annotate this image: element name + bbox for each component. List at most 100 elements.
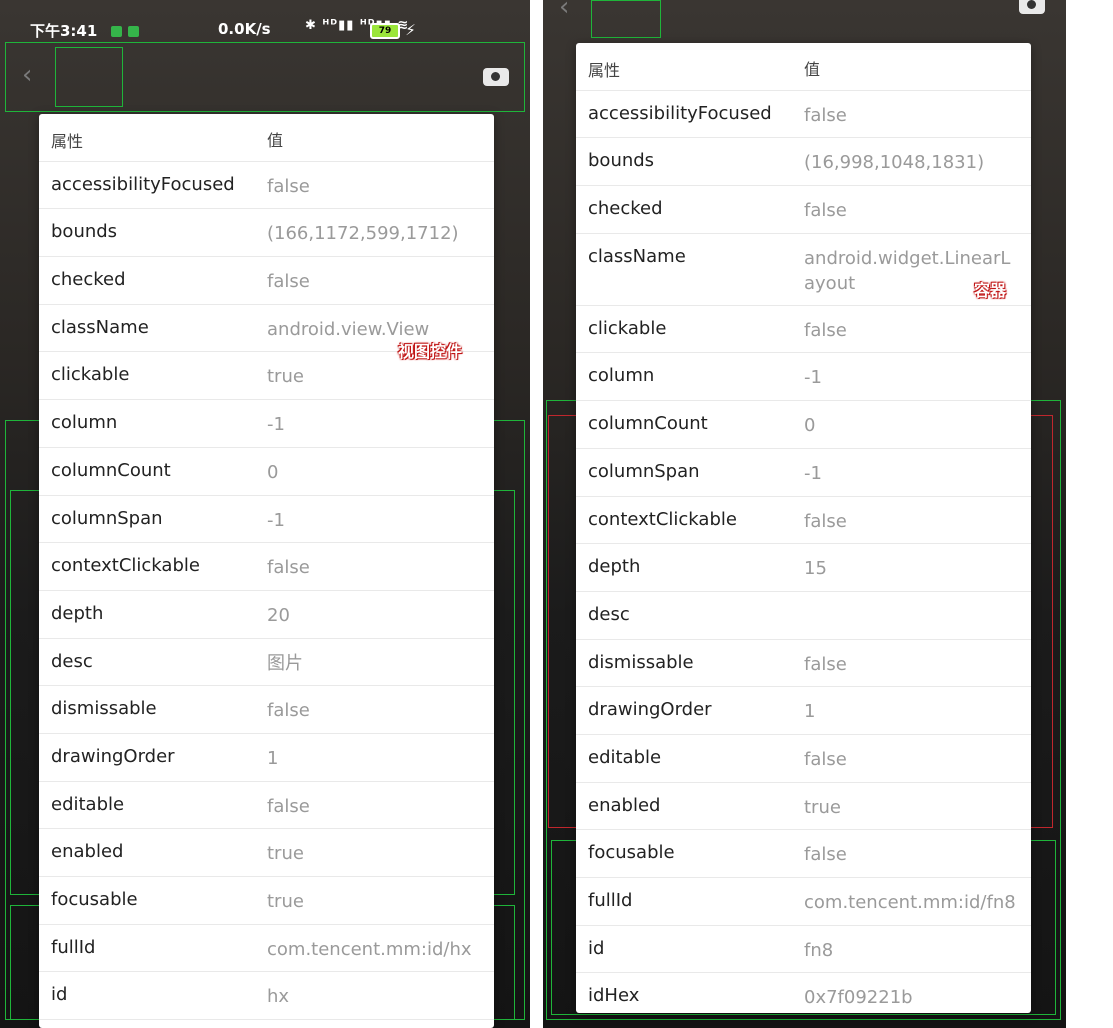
property-row[interactable]: dismissable false [576,640,1031,688]
property-value: 20 [267,604,290,626]
properties-panel: 属性 值 accessibilityFocused false bounds (16… [576,43,1031,1013]
property-row[interactable]: editable false [39,782,494,830]
property-row[interactable]: bounds (166,1172,599,1712) [39,209,494,258]
property-row[interactable]: fullId com.tencent.mm:id/hx [39,925,494,973]
property-row[interactable]: focusable false [576,830,1031,878]
properties-header: 属性 值 [576,43,1031,91]
notification-icons [105,22,139,40]
property-row[interactable]: depth 20 [39,591,494,639]
property-value: true [267,891,304,912]
property-row[interactable]: dismissable false [39,686,494,734]
property-value: false [804,104,847,126]
property-row[interactable]: desc 图片 [39,639,494,687]
annotation-label: 容器 [974,281,1007,300]
property-value: -1 [804,367,822,389]
property-row[interactable]: bounds (16,998,1048,1831) [576,138,1031,187]
property-value: false [804,653,847,675]
property-row[interactable]: checked false [576,186,1031,234]
property-row[interactable]: accessibilityFocused false [576,91,1031,139]
camera-icon [483,68,509,86]
layout-outline [591,0,661,38]
property-key: drawingOrder [588,699,712,721]
back-chevron-icon: ‹ [22,60,33,90]
property-key: fullId [588,890,633,911]
property-value: false [267,700,310,722]
property-row[interactable]: depth 15 [576,544,1031,592]
property-row[interactable]: checked false [39,257,494,305]
property-row[interactable]: column -1 [39,400,494,448]
property-value: (166,1172,599,1712) [267,223,459,245]
property-value: true [267,843,304,865]
property-row[interactable]: id hx [39,972,494,1021]
annotation-label: 视图控件 [398,342,463,361]
header-key: 属性 [588,61,621,80]
property-value: 1 [267,747,279,769]
property-key: checked [588,198,663,220]
property-row[interactable]: enabled true [39,829,494,877]
property-value: -1 [267,509,285,531]
property-row[interactable]: columnCount 0 [39,448,494,496]
property-value: false [804,319,847,341]
property-row[interactable]: id fn8 [576,926,1031,974]
property-value: false [804,748,847,770]
property-row[interactable]: editable false [576,735,1031,783]
left-screenshot: 下午3:41 0.0K/s ✱ ᴴᴰ▮▮ ᴴᴰ▮▮ ≋ 79 ⚡ ‹ 属性 值 … [0,0,530,1028]
property-key: focusable [588,842,675,864]
property-key: checked [51,269,126,291]
property-key: depth [588,556,641,578]
battery-icon: 79 ⚡ [370,21,416,39]
property-key: id [588,937,605,959]
right-screenshot: ‹ 属性 值 accessibilityFocused false bounds (… [543,0,1066,1028]
property-key: columnSpan [588,460,700,482]
property-row[interactable]: accessibilityFocused false [39,162,494,210]
property-row[interactable]: className android.widget.LinearLayout [576,234,1031,306]
camera-icon [1019,0,1045,14]
property-value: false [804,200,847,222]
property-row[interactable]: fullId com.tencent.mm:id/fn8 [576,878,1031,926]
property-key: editable [588,746,662,768]
property-key: columnCount [588,413,708,435]
property-row[interactable]: drawingOrder 1 [39,734,494,782]
property-key: dismissable [51,698,157,720]
property-row[interactable]: focusable true [39,877,494,925]
property-key: editable [51,793,125,815]
property-key: contextClickable [51,555,200,577]
property-value: 1 [804,701,816,723]
property-row[interactable]: contextClickable false [576,497,1031,545]
property-key: id [51,984,68,1006]
property-key: accessibilityFocused [51,173,235,195]
property-value: true [267,366,304,388]
property-value: false [804,510,847,532]
property-key: desc [588,603,630,625]
property-key: bounds [51,221,118,243]
property-row[interactable]: columnSpan -1 [39,496,494,544]
property-key: enabled [51,841,124,863]
property-key: fullId [51,936,96,958]
property-row[interactable]: drawingOrder 1 [576,687,1031,735]
property-value: fn8 [804,939,834,961]
layout-outline [55,47,123,107]
property-value: 图片 [267,652,303,674]
property-value: 0x7f09221b [804,987,913,1009]
property-key: column [51,412,118,434]
property-row[interactable]: contextClickable false [39,543,494,591]
property-row[interactable]: desc [576,592,1031,640]
property-row[interactable]: idHex 0x7f09221b [576,973,1031,1013]
properties-panel: 属性 值 accessibilityFocused false bounds (16… [39,114,494,1028]
property-key: dismissable [588,651,694,673]
property-key: clickable [51,364,130,386]
property-value: 0 [267,461,279,483]
property-row[interactable]: column -1 [576,353,1031,402]
status-time: 下午3:41 [30,22,98,40]
properties-header: 属性 值 [39,114,494,162]
property-key: enabled [588,794,661,816]
property-row[interactable]: enabled true [576,783,1031,831]
property-value: hx [267,986,290,1008]
property-value: com.tencent.mm:id/fn8 [804,892,1016,913]
property-row[interactable]: columnSpan -1 [576,449,1031,497]
property-key: accessibilityFocused [588,102,772,124]
property-value: (16,998,1048,1831) [804,152,985,174]
property-row[interactable]: columnCount 0 [576,401,1031,449]
property-row[interactable]: clickable false [576,306,1031,354]
app-notification-icon [111,26,122,37]
